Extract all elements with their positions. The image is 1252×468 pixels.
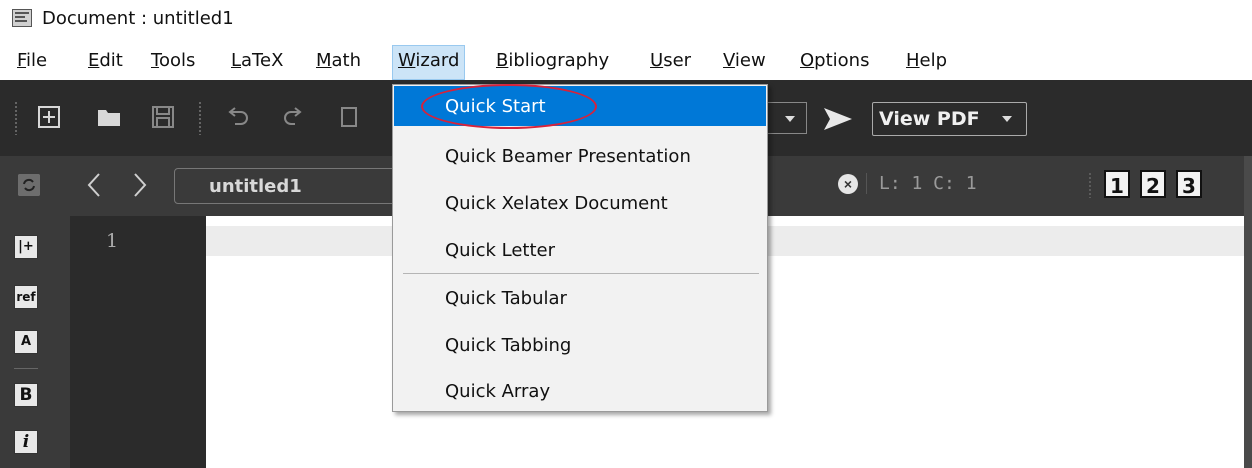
title-bar: Document : untitled1 — [0, 0, 1252, 40]
view-pdf-dropdown[interactable]: View PDF — [872, 102, 1027, 136]
chevron-right-icon[interactable] — [128, 170, 152, 200]
window-title: Document : untitled1 — [42, 8, 234, 29]
menu-options[interactable]: Options — [800, 50, 869, 76]
structure-sidebar: |+ ref A B i — [0, 216, 70, 468]
tab-untitled1[interactable]: untitled1 — [174, 168, 414, 204]
menu-separator — [403, 273, 759, 274]
chevron-left-icon[interactable] — [82, 170, 106, 200]
refresh-icon[interactable] — [18, 174, 40, 196]
copy-icon[interactable] — [334, 102, 364, 132]
ref-icon[interactable]: ref — [14, 285, 38, 309]
menu-math[interactable]: Math — [316, 50, 361, 76]
toolbar-grip[interactable] — [198, 101, 202, 135]
font-size-icon[interactable]: A — [14, 330, 38, 354]
cursor-position: L: 1 C: 1 — [866, 173, 977, 194]
close-icon[interactable]: × — [838, 174, 858, 194]
toolbar-grip[interactable] — [14, 101, 18, 135]
compile-run-icon[interactable] — [820, 104, 856, 134]
status-grip — [1088, 172, 1092, 198]
menu-item-quick-tabbing[interactable]: Quick Tabbing — [394, 325, 766, 365]
open-folder-icon[interactable] — [94, 102, 124, 132]
menu-bibliography[interactable]: Bibliography — [496, 50, 609, 76]
redo-icon[interactable] — [278, 102, 308, 132]
view-button-3[interactable]: 3 — [1176, 170, 1202, 198]
save-icon[interactable] — [148, 102, 178, 132]
annotation-ellipse — [421, 84, 597, 129]
menu-latex[interactable]: LaTeX — [231, 50, 283, 76]
bold-icon[interactable]: B — [14, 383, 38, 407]
app-icon — [12, 9, 32, 27]
insert-structure-icon[interactable]: |+ — [14, 235, 38, 259]
new-file-icon[interactable] — [34, 102, 64, 132]
menu-help[interactable]: Help — [906, 50, 947, 76]
menu-view[interactable]: View — [723, 50, 766, 76]
view-button-2[interactable]: 2 — [1140, 170, 1166, 198]
menu-item-quick-beamer-presentation[interactable]: Quick Beamer Presentation — [394, 136, 766, 176]
italic-icon[interactable]: i — [14, 430, 38, 454]
menu-file[interactable]: File — [17, 50, 47, 76]
menu-user[interactable]: User — [650, 50, 691, 76]
menu-bar: File Edit Tools LaTeX Math Wizard Biblio… — [0, 40, 1252, 80]
menu-edit[interactable]: Edit — [88, 50, 123, 76]
menu-tools[interactable]: Tools — [151, 50, 195, 76]
menu-item-quick-tabular[interactable]: Quick Tabular — [394, 278, 766, 318]
menu-item-quick-letter[interactable]: Quick Letter — [394, 230, 766, 270]
window-edge — [1244, 156, 1252, 468]
view-button-1[interactable]: 1 — [1104, 170, 1130, 198]
compile-command-dropdown[interactable] — [767, 102, 807, 134]
menu-item-quick-array[interactable]: Quick Array — [394, 371, 766, 411]
menu-wizard[interactable]: Wizard — [392, 45, 466, 80]
line-number-gutter: 1 — [70, 216, 206, 468]
menu-item-quick-xelatex-document[interactable]: Quick Xelatex Document — [394, 183, 766, 223]
sidebar-separator — [14, 368, 38, 369]
undo-icon[interactable] — [222, 102, 252, 132]
line-number: 1 — [106, 230, 119, 252]
wizard-menu: Quick Start Quick Beamer Presentation Qu… — [392, 84, 768, 412]
